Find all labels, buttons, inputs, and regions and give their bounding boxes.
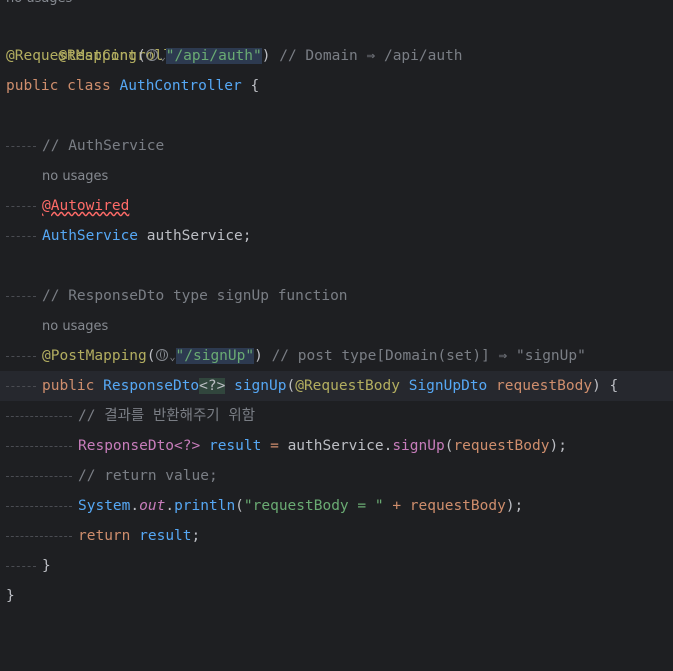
code-line: } bbox=[0, 581, 673, 611]
annotation[interactable]: @RequestBody bbox=[295, 378, 400, 394]
annotation[interactable]: @PostMapping bbox=[42, 348, 147, 364]
type-name[interactable]: ResponseDto bbox=[103, 378, 199, 394]
usage-hint[interactable]: no usages bbox=[42, 162, 108, 192]
usage-hint[interactable]: no usages bbox=[42, 312, 108, 342]
string-literal: "requestBody = " bbox=[243, 498, 384, 514]
globe-icon[interactable] bbox=[145, 49, 158, 61]
indent-guide bbox=[6, 356, 36, 357]
comment: // ResponseDto type signUp function bbox=[42, 288, 348, 304]
generic-wildcard[interactable]: <?> bbox=[199, 378, 226, 394]
code-line: // 결과를 반환해주기 위함 bbox=[0, 401, 673, 431]
type-name[interactable]: SignUpDto bbox=[409, 378, 488, 394]
indent-guide bbox=[6, 296, 36, 297]
code-editor[interactable]: no usages @RestController @RequestMappin… bbox=[0, 0, 673, 618]
type-name[interactable]: AuthService bbox=[42, 228, 138, 244]
code-line: // ResponseDto type signUp function bbox=[0, 281, 673, 311]
indent-guide bbox=[6, 416, 72, 417]
closing-brace: } bbox=[42, 558, 51, 574]
indent-guide bbox=[6, 536, 72, 537]
variable-name[interactable]: result bbox=[139, 528, 191, 544]
chevron-down-icon[interactable]: ⌄ bbox=[160, 52, 166, 63]
indent-guide bbox=[6, 446, 72, 447]
comment: // 결과를 반환해주기 위함 bbox=[78, 408, 256, 424]
indent-guide bbox=[6, 206, 36, 207]
keyword: public bbox=[6, 78, 59, 94]
keyword: class bbox=[67, 78, 111, 94]
argument[interactable]: requestBody bbox=[453, 438, 549, 454]
parameter-name[interactable]: requestBody bbox=[496, 378, 592, 394]
keyword: public bbox=[42, 378, 95, 394]
code-line: System.out.println("requestBody = " + re… bbox=[0, 491, 673, 521]
code-line: no usages bbox=[0, 162, 673, 192]
static-field[interactable]: out bbox=[139, 498, 165, 514]
chevron-down-icon[interactable]: ⌄ bbox=[170, 352, 176, 363]
type-name[interactable]: ResponseDto bbox=[78, 438, 174, 454]
globe-icon[interactable] bbox=[155, 349, 168, 361]
comment: // return value; bbox=[78, 468, 218, 484]
code-line: @PostMapping(⌄"/signUp") // post type[Do… bbox=[0, 341, 673, 371]
indent-guide bbox=[6, 506, 72, 507]
argument[interactable]: requestBody bbox=[410, 498, 506, 514]
code-line: AuthService authService; bbox=[0, 221, 673, 251]
code-line: @RequestMapping(⌄"/api/auth") // Domain … bbox=[6, 48, 463, 64]
class-name[interactable]: System bbox=[78, 498, 130, 514]
code-line: // AuthService bbox=[0, 131, 673, 161]
code-line: no usages bbox=[0, 312, 673, 342]
code-line: public class AuthController { bbox=[6, 78, 260, 94]
comment: // post type[Domain(set)] ⇒ "signUp" bbox=[262, 348, 586, 364]
code-line: ResponseDto<?> result = authService.sign… bbox=[0, 431, 673, 461]
comment: // Domain ⇒ /api/auth bbox=[270, 48, 463, 64]
indent-guide bbox=[6, 236, 36, 237]
indent-guide bbox=[6, 146, 36, 147]
keyword: return bbox=[78, 528, 131, 544]
object-name[interactable]: authService bbox=[288, 438, 384, 454]
url-string[interactable]: "/api/auth" bbox=[165, 48, 262, 64]
field-declaration: authService; bbox=[138, 228, 252, 244]
indent-guide bbox=[6, 566, 36, 567]
variable-name[interactable]: result bbox=[209, 438, 261, 454]
code-line: // return value; bbox=[0, 461, 673, 491]
url-string[interactable]: "/signUp" bbox=[175, 348, 255, 364]
indent-guide bbox=[6, 476, 72, 477]
method-call[interactable]: println bbox=[174, 498, 235, 514]
code-line: @RestController bbox=[0, 11, 673, 64]
annotation[interactable]: @RequestMapping bbox=[6, 48, 137, 64]
comment: // AuthService bbox=[42, 138, 165, 154]
class-name[interactable]: AuthController bbox=[120, 78, 242, 94]
indent-guide bbox=[6, 386, 36, 387]
code-line: } bbox=[0, 551, 673, 581]
annotation-warning[interactable]: @Autowired bbox=[42, 198, 129, 214]
code-line: return result; bbox=[0, 521, 673, 551]
code-line: @Autowired bbox=[0, 191, 673, 221]
method-call[interactable]: signUp bbox=[392, 438, 444, 454]
method-name[interactable]: signUp bbox=[234, 378, 286, 394]
code-line-current: public ResponseDto<?> signUp(@RequestBod… bbox=[0, 371, 673, 401]
closing-brace: } bbox=[6, 588, 15, 604]
